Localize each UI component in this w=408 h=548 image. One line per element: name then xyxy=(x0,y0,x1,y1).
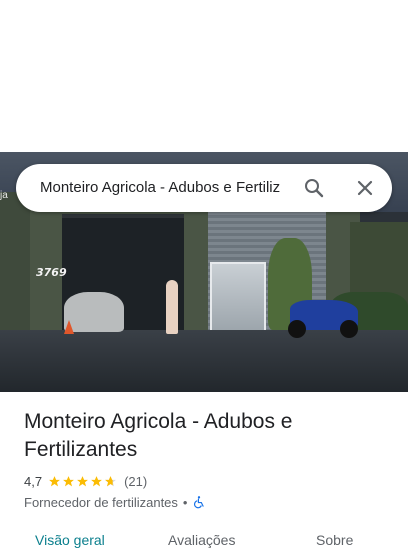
search-input[interactable]: Monteiro Agricola - Adubos e Fertiliz xyxy=(40,179,288,199)
close-icon[interactable] xyxy=(353,176,377,200)
photo-edge-label: ja xyxy=(0,190,8,201)
star-icon xyxy=(91,475,102,486)
star-half-icon xyxy=(105,475,116,486)
map-blank-area xyxy=(0,0,408,152)
rating-row[interactable]: 4,7 (21) xyxy=(24,472,147,490)
category-row: Fornecedor de fertilizantes • xyxy=(24,493,206,511)
separator-dot: • xyxy=(182,494,188,510)
star-icon xyxy=(63,475,74,486)
search-bar[interactable]: Monteiro Agricola - Adubos e Fertiliz xyxy=(16,164,392,212)
place-category: Fornecedor de fertilizantes xyxy=(24,494,178,510)
place-title: Monteiro Agricola - Adubos e Fertilizant… xyxy=(24,410,293,461)
review-count[interactable]: (21) xyxy=(124,474,147,489)
rating-stars xyxy=(48,475,118,488)
tab-overview[interactable]: Visão geral xyxy=(35,532,105,548)
search-icon[interactable] xyxy=(302,176,326,200)
star-icon xyxy=(77,475,88,486)
star-icon xyxy=(49,475,60,486)
building-number: 3769 xyxy=(36,266,67,279)
wheelchair-icon xyxy=(194,496,205,509)
tab-reviews[interactable]: Avaliações xyxy=(168,532,235,548)
tab-bar: Visão geral Avaliações Sobre xyxy=(0,528,408,548)
person xyxy=(166,280,178,334)
glass-door xyxy=(210,262,266,336)
rating-value: 4,7 xyxy=(24,473,43,489)
tab-about[interactable]: Sobre xyxy=(316,532,353,548)
traffic-cone xyxy=(64,320,74,334)
